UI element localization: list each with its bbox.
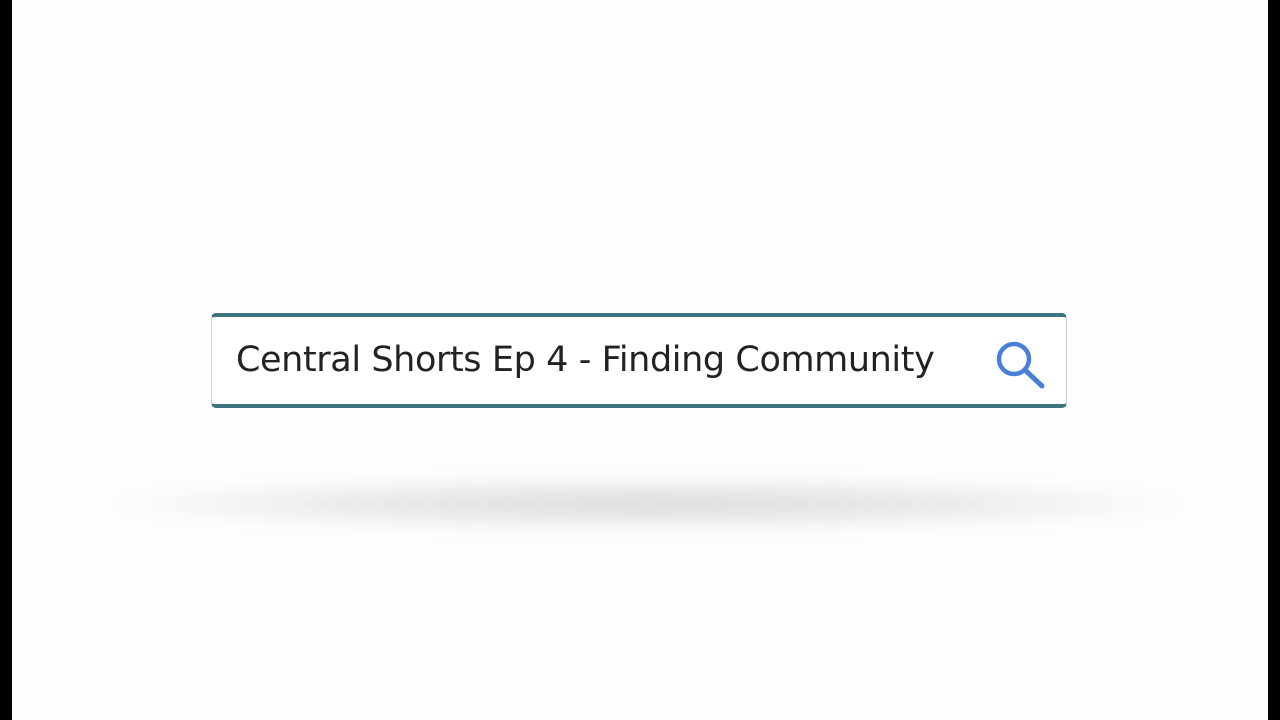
- search-bar[interactable]: Central Shorts Ep 4 - Finding Community: [211, 313, 1067, 408]
- search-query-text[interactable]: Central Shorts Ep 4 - Finding Community: [236, 317, 935, 404]
- search-icon[interactable]: [992, 338, 1048, 390]
- search-bar-shadow: [102, 478, 1192, 530]
- video-frame: Central Shorts Ep 4 - Finding Community: [12, 0, 1268, 720]
